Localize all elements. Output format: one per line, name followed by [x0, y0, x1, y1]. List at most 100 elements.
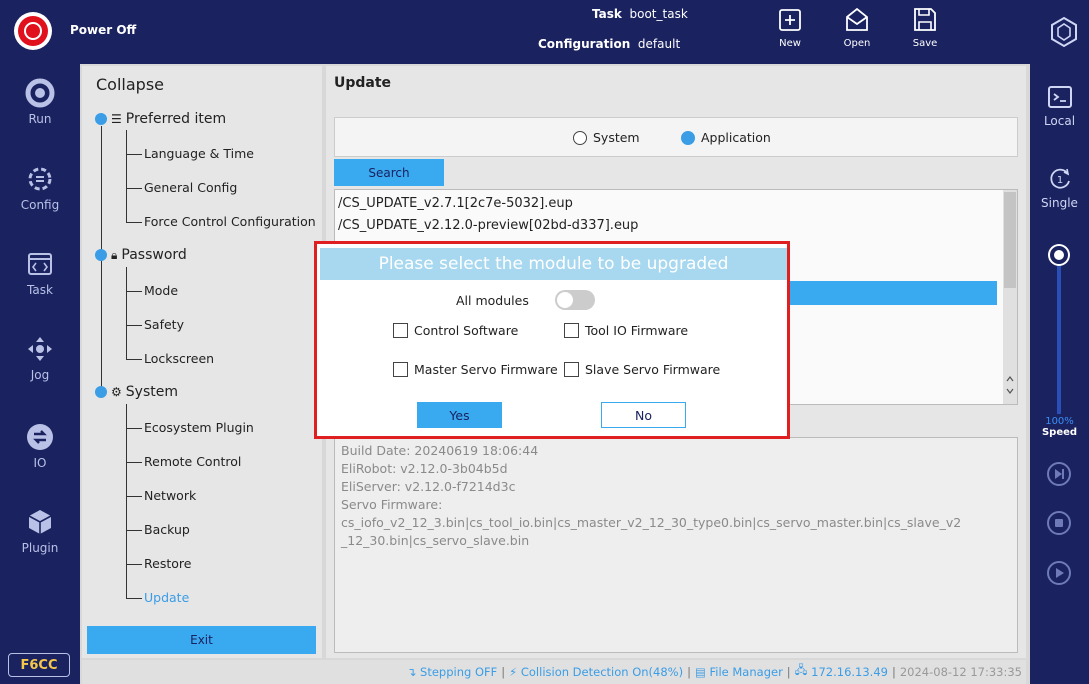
tree-item-ecosystem-plugin[interactable]: Ecosystem Plugin — [144, 420, 254, 435]
config-icon — [28, 167, 52, 191]
nav-io[interactable]: IO — [0, 422, 80, 492]
checkbox-icon — [393, 323, 408, 338]
play-button[interactable] — [1047, 561, 1071, 585]
collapse-button[interactable]: Collapse — [96, 75, 164, 94]
nav-task-label: Task — [27, 283, 53, 297]
step-play-button[interactable] — [1047, 462, 1071, 486]
checkbox-icon — [393, 362, 408, 377]
tree-item-general-config[interactable]: General Config — [144, 180, 237, 195]
speed-slider[interactable] — [1057, 254, 1061, 414]
new-file-icon — [779, 9, 801, 31]
tree-item-backup[interactable]: Backup — [144, 522, 190, 537]
nav-jog[interactable]: Jog — [0, 334, 80, 404]
file-manager-icon: ▤ — [694, 665, 710, 679]
open-button[interactable]: Open — [833, 4, 881, 60]
no-button[interactable]: No — [601, 402, 686, 428]
yes-button[interactable]: Yes — [417, 402, 502, 428]
save-label: Save — [912, 38, 938, 49]
single-cycle-icon: 1 — [1049, 168, 1070, 189]
list-item[interactable]: /CS_UPDATE_v2.7.1[2c7e-5032].eup — [338, 194, 573, 214]
right-nav: Local 1 Single 100% Speed — [1030, 64, 1089, 684]
tree-item-safety[interactable]: Safety — [144, 317, 184, 332]
nav-jog-label: Jog — [30, 368, 50, 382]
task-value: boot_task — [629, 7, 688, 21]
tree-item-network[interactable]: Network — [144, 488, 196, 503]
collision-status[interactable]: Collision Detection On(48%) — [521, 665, 683, 679]
radio-application[interactable]: Application — [681, 130, 771, 145]
local-button[interactable]: Local — [1030, 84, 1089, 128]
tree-item-language-time[interactable]: Language & Time — [144, 146, 254, 161]
open-envelope-icon — [846, 7, 868, 31]
power-icon — [18, 16, 48, 46]
single-button[interactable]: 1 Single — [1030, 166, 1089, 210]
slave-servo-checkbox[interactable]: Slave Servo Firmware — [564, 362, 720, 377]
info-servo-label: Servo Firmware: — [341, 497, 443, 512]
stepping-icon: ↴ — [406, 665, 421, 679]
file-manager-link[interactable]: File Manager — [709, 665, 782, 679]
page-title: Update — [334, 75, 392, 91]
config-label: Configuration — [538, 37, 631, 51]
module-select-dialog: Please select the module to be upgraded … — [314, 241, 790, 439]
master-servo-checkbox[interactable]: Master Servo Firmware — [393, 362, 558, 377]
radio-application-label: Application — [701, 130, 771, 145]
collision-icon: ⚡ — [509, 665, 521, 679]
nav-run[interactable]: Run — [0, 78, 80, 148]
terminal-icon — [1047, 86, 1072, 108]
radio-system[interactable]: System — [573, 130, 640, 145]
radio-off-icon — [573, 130, 587, 145]
info-elirobot: EliRobot: v2.12.0-3b04b5d — [341, 461, 508, 476]
all-modules-toggle[interactable] — [554, 290, 595, 310]
new-label: New — [779, 38, 801, 49]
exit-button[interactable]: Exit — [87, 626, 316, 654]
tree-item-mode[interactable]: Mode — [144, 283, 178, 298]
tree-item-force-control[interactable]: Force Control Configuration — [144, 214, 316, 229]
update-type-group: System Application — [334, 117, 1018, 157]
speed-label: Speed — [1041, 427, 1078, 438]
stop-button[interactable] — [1047, 511, 1071, 535]
nav-config[interactable]: Config — [0, 164, 80, 234]
lock-icon: 🔒︎ — [111, 247, 118, 262]
tree-group-preferred[interactable]: ☰ Preferred item — [95, 111, 226, 127]
nav-plugin[interactable]: Plugin — [0, 507, 80, 577]
task-label: Task — [592, 7, 622, 21]
nav-task[interactable]: Task — [0, 249, 80, 319]
io-icon — [27, 424, 53, 450]
speed-percent: 100% — [1045, 416, 1074, 427]
f6cc-badge[interactable]: F6CC — [8, 653, 70, 677]
tree-item-lockscreen[interactable]: Lockscreen — [144, 351, 214, 366]
open-label: Open — [843, 38, 871, 49]
save-button[interactable]: Save — [901, 4, 949, 60]
jog-icon — [28, 337, 52, 361]
radio-system-label: System — [593, 130, 640, 145]
scroll-arrows-icon[interactable] — [1004, 372, 1016, 398]
task-info: Task boot_task — [592, 7, 688, 21]
search-button[interactable]: Search — [334, 159, 444, 186]
tree-item-restore[interactable]: Restore — [144, 556, 191, 571]
step-play-icon — [1055, 469, 1064, 479]
power-button[interactable] — [14, 12, 52, 50]
tool-io-checkbox[interactable]: Tool IO Firmware — [564, 323, 688, 338]
info-build-date: Build Date: 20240619 18:06:44 — [341, 443, 539, 458]
list-item[interactable]: /CS_UPDATE_v2.12.0-preview[02bd-d337].eu… — [338, 216, 638, 236]
file-list-scrollbar[interactable] — [1003, 190, 1017, 404]
nav-run-label: Run — [28, 112, 52, 126]
tool-io-label: Tool IO Firmware — [585, 323, 689, 338]
top-bar: Power Off Task boot_task Configuration d… — [0, 0, 1089, 64]
control-software-checkbox[interactable]: Control Software — [393, 323, 518, 338]
tree-item-update[interactable]: Update — [144, 590, 189, 605]
ip-address: 172.16.13.49 — [811, 665, 888, 679]
new-button[interactable]: New — [766, 4, 814, 60]
speed-slider-knob[interactable] — [1050, 246, 1068, 264]
all-modules-label: All modules — [456, 292, 529, 308]
stop-icon — [1055, 519, 1063, 527]
control-software-label: Control Software — [414, 323, 519, 338]
stepping-status[interactable]: Stepping OFF — [420, 665, 497, 679]
network-icon: 🖧 — [794, 662, 812, 677]
tree-group-password[interactable]: 🔒︎ Password — [95, 247, 187, 263]
list-icon: ☰ — [111, 112, 122, 126]
tree-group-system[interactable]: ⚙ System — [95, 384, 178, 400]
tree-group-label: Password — [121, 247, 187, 263]
tree-item-remote-control[interactable]: Remote Control — [144, 454, 241, 469]
robot-status: Power Off — [70, 23, 137, 37]
master-servo-label: Master Servo Firmware — [414, 362, 558, 377]
